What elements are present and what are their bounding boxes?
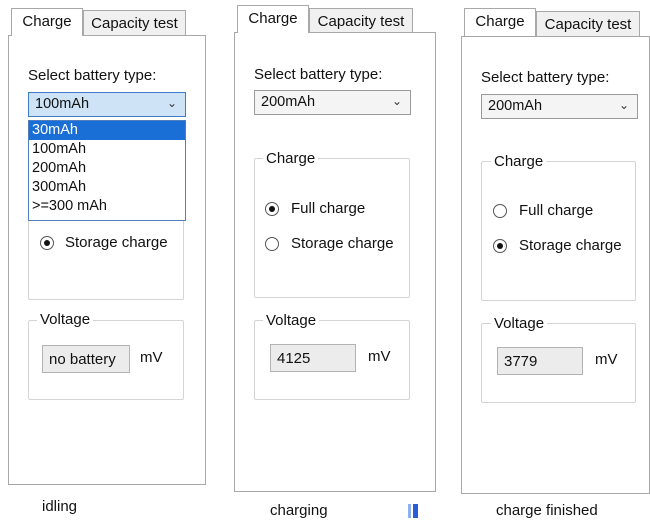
storage-charge-label[interactable]: Storage charge	[65, 234, 168, 251]
voltage-unit: mV	[368, 348, 391, 365]
panel-charge-finished: Charge Capacity test Select battery type…	[455, 0, 650, 520]
chevron-down-icon[interactable]: ⌄	[619, 98, 629, 112]
option-30mah[interactable]: 30mAh	[29, 121, 185, 140]
status-text: charging	[270, 502, 328, 519]
tab-charge[interactable]: Charge	[11, 8, 83, 36]
chevron-down-icon[interactable]: ⌄	[167, 96, 177, 110]
storage-charge-label[interactable]: Storage charge	[291, 235, 394, 252]
battery-type-value: 100mAh	[35, 96, 90, 112]
tab-capacity-test[interactable]: Capacity test	[83, 10, 186, 36]
storage-charge-radio[interactable]	[40, 236, 54, 250]
charge-group-legend: Charge	[263, 150, 319, 167]
charge-group-legend: Charge	[491, 153, 547, 170]
storage-charge-radio[interactable]	[265, 237, 279, 251]
full-charge-label[interactable]: Full charge	[291, 200, 365, 217]
battery-type-select[interactable]: 200mAh ⌄	[481, 94, 638, 119]
charging-activity-icon	[408, 504, 422, 518]
voltage-unit: mV	[140, 349, 163, 366]
storage-charge-label[interactable]: Storage charge	[519, 237, 622, 254]
voltage-unit: mV	[595, 351, 618, 368]
voltage-group-legend: Voltage	[263, 312, 320, 329]
battery-type-label: Select battery type:	[28, 67, 157, 84]
storage-charge-radio[interactable]	[493, 239, 507, 253]
full-charge-radio[interactable]	[265, 202, 279, 216]
battery-type-label: Select battery type:	[254, 66, 383, 83]
option-300mah-plus[interactable]: >=300 mAh	[29, 197, 185, 216]
full-charge-radio[interactable]	[493, 204, 507, 218]
option-200mah[interactable]: 200mAh	[29, 159, 185, 178]
battery-type-value: 200mAh	[261, 94, 316, 110]
chevron-down-icon[interactable]: ⌄	[392, 94, 402, 108]
battery-type-value: 200mAh	[488, 98, 543, 114]
tab-charge[interactable]: Charge	[464, 8, 536, 36]
full-charge-label[interactable]: Full charge	[519, 202, 593, 219]
tab-charge[interactable]: Charge	[237, 5, 309, 33]
panel-idling: Charge Capacity test Select battery type…	[0, 0, 215, 520]
voltage-group-legend: Voltage	[37, 311, 94, 328]
battery-type-select[interactable]: 200mAh ⌄	[254, 90, 411, 115]
option-300mah[interactable]: 300mAh	[29, 178, 185, 197]
charge-mode-group	[481, 161, 636, 301]
voltage-readout: no battery	[42, 345, 130, 373]
status-text: idling	[42, 498, 78, 515]
tab-capacity-test[interactable]: Capacity test	[309, 8, 413, 34]
option-100mah[interactable]: 100mAh	[29, 140, 185, 159]
voltage-readout: 4125	[270, 344, 356, 372]
charge-mode-group	[254, 158, 410, 298]
battery-type-label: Select battery type:	[481, 69, 610, 86]
panel-charging: Charge Capacity test Select battery type…	[225, 0, 450, 520]
battery-type-dropdown: 30mAh 100mAh 200mAh 300mAh >=300 mAh	[28, 120, 186, 221]
voltage-readout: 3779	[497, 347, 583, 375]
battery-type-select[interactable]: 100mAh ⌄	[28, 92, 186, 117]
voltage-group-legend: Voltage	[491, 315, 548, 332]
tab-capacity-test[interactable]: Capacity test	[536, 11, 640, 37]
status-text: charge finished	[496, 502, 598, 519]
